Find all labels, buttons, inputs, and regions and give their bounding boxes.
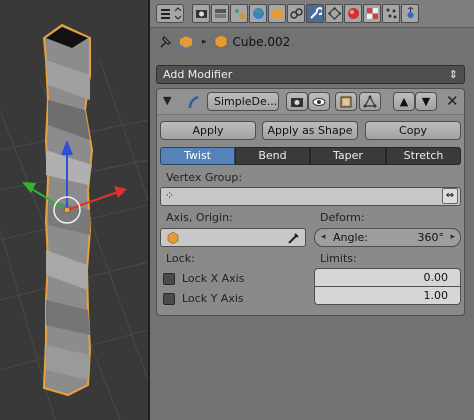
collapse-arrow-icon[interactable]: ▼ xyxy=(163,94,171,107)
simple-deform-modifier-panel: ▼ SimpleDe... ▲ ▼ ✕ Apply Apply as Shape… xyxy=(156,88,465,316)
limits-label: Limits: xyxy=(320,252,357,265)
3d-viewport[interactable] xyxy=(0,0,148,420)
scene-tab[interactable] xyxy=(230,4,248,23)
angle-value: 360° xyxy=(417,231,445,244)
texture-icon xyxy=(366,8,378,19)
simple-deform-icon xyxy=(188,95,199,109)
object-context-icon xyxy=(179,36,192,49)
apply-button[interactable]: Apply xyxy=(160,121,256,140)
viewport-toggle[interactable] xyxy=(308,92,330,111)
add-modifier-dropdown[interactable]: Add Modifier ⇕ xyxy=(156,65,465,84)
mesh-data-icon xyxy=(327,7,341,20)
object-cube-icon xyxy=(167,231,179,245)
particles-tab[interactable] xyxy=(382,4,400,23)
mesh-object-icon xyxy=(214,34,227,49)
editor-type-selector[interactable] xyxy=(156,4,184,23)
apply-as-shape-button[interactable]: Apply as Shape ... xyxy=(262,121,358,154)
object-name: Cube.002 xyxy=(232,35,291,49)
angle-field[interactable]: ◂ Angle: 360° ▸ xyxy=(314,228,461,247)
lock-y-checkbox[interactable] xyxy=(163,293,175,305)
modifiers-tab[interactable] xyxy=(306,4,324,23)
data-tab[interactable] xyxy=(325,4,343,23)
properties-header xyxy=(150,0,474,28)
breadcrumb: ▸ Cube.002 xyxy=(150,30,474,54)
modifier-name-field[interactable]: SimpleDe... xyxy=(207,92,279,111)
arrow-up-icon: ▲ xyxy=(399,95,409,108)
eye-icon xyxy=(312,98,326,106)
cage-toggle[interactable] xyxy=(359,92,381,111)
close-icon[interactable]: ✕ xyxy=(446,92,459,110)
physics-tab[interactable] xyxy=(401,4,419,23)
render-tab[interactable] xyxy=(192,4,210,23)
layers-icon xyxy=(214,9,226,18)
properties-panel: ▸ Cube.002 Add Modifier ⇕ ▼ SimpleDe... … xyxy=(150,0,474,420)
render-icon xyxy=(195,10,207,18)
lock-label: Lock: xyxy=(166,252,195,265)
limit-min-field[interactable]: 0.00 xyxy=(314,268,461,287)
vertex-group-label: Vertex Group: xyxy=(166,171,243,184)
vertex-group-icon: ⁘ xyxy=(165,189,175,202)
object-tab[interactable] xyxy=(268,4,286,23)
texture-tab[interactable] xyxy=(363,4,381,23)
axis-origin-field[interactable] xyxy=(160,228,306,247)
arrow-down-icon: ▼ xyxy=(421,95,431,108)
material-tab[interactable] xyxy=(344,4,362,23)
increment-arrow-icon[interactable]: ▸ xyxy=(450,229,455,246)
breadcrumb-separator-icon: ▸ xyxy=(202,37,207,47)
deform-label: Deform: xyxy=(320,211,365,224)
lock-y-label: Lock Y Axis xyxy=(182,292,244,305)
viewport-scene xyxy=(0,23,148,420)
physics-icon xyxy=(407,7,413,18)
eyedropper-icon[interactable] xyxy=(287,231,301,245)
add-modifier-label: Add Modifier xyxy=(163,68,233,81)
object-icon xyxy=(271,8,283,20)
vertex-triangle-icon xyxy=(363,95,377,108)
decrement-arrow-icon[interactable]: ◂ xyxy=(321,229,326,246)
copy-button[interactable]: Copy xyxy=(365,121,461,140)
modifier-wrench-icon xyxy=(309,7,322,19)
constraints-tab[interactable] xyxy=(287,4,305,23)
render-toggle[interactable] xyxy=(286,92,308,111)
scene-icon xyxy=(234,9,245,19)
limit-max-field[interactable]: 1.00 xyxy=(314,286,461,305)
material-icon xyxy=(347,8,359,19)
pin-icon[interactable] xyxy=(156,33,176,51)
lock-x-checkbox[interactable] xyxy=(163,273,175,285)
mode-twist[interactable]: Twist xyxy=(160,147,235,165)
properties-editor-icon xyxy=(161,7,182,20)
move-up-button[interactable]: ▲ xyxy=(393,92,415,111)
mode-bend[interactable]: Bend xyxy=(235,147,310,165)
mode-stretch[interactable]: Stretch xyxy=(386,147,461,165)
constraints-icon xyxy=(289,8,303,19)
modifier-header: ▼ SimpleDe... ▲ ▼ ✕ xyxy=(157,89,464,115)
move-down-button[interactable]: ▼ xyxy=(415,92,437,111)
chevron-updown-icon: ⇕ xyxy=(448,68,458,81)
axis-origin-label: Axis, Origin: xyxy=(166,211,233,224)
lock-x-label: Lock X Axis xyxy=(182,272,245,285)
layers-tab[interactable] xyxy=(211,4,229,23)
editmode-toggle[interactable] xyxy=(335,92,357,111)
angle-label: Angle: xyxy=(333,231,369,244)
editmode-icon xyxy=(340,96,352,108)
world-tab[interactable] xyxy=(249,4,267,23)
invert-arrows-icon[interactable]: ⇔ xyxy=(442,188,458,204)
mode-taper[interactable]: Taper xyxy=(310,147,386,165)
particles-icon xyxy=(386,8,396,19)
world-icon xyxy=(252,8,264,19)
vertex-group-field[interactable]: ⁘ ⇔ xyxy=(160,187,461,206)
camera-icon xyxy=(291,98,303,107)
